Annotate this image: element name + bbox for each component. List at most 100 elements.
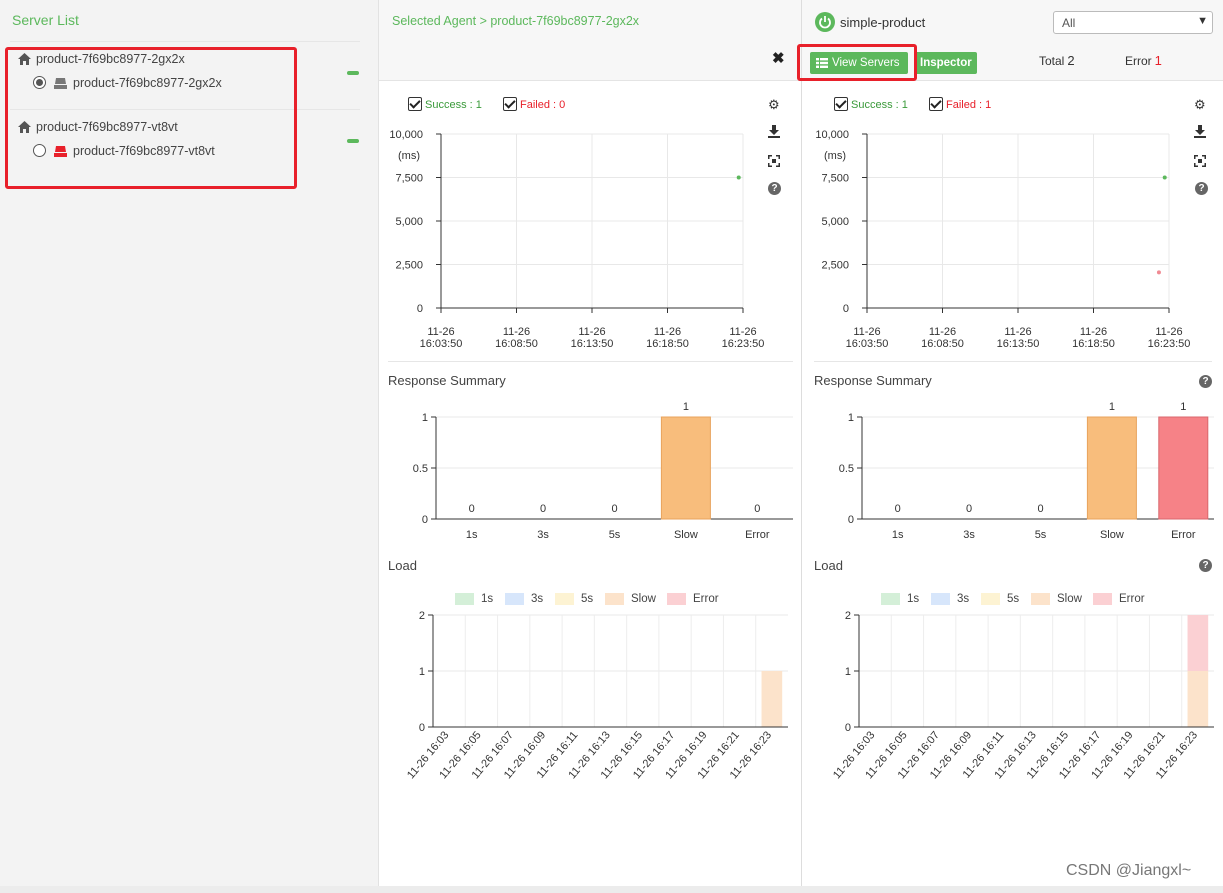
x-tick-label: 16:23:50 — [722, 338, 765, 350]
load-title: Load — [388, 558, 417, 573]
y-tick-label: 1 — [422, 412, 428, 424]
legend-label: 3s — [531, 593, 543, 605]
bottom-strip — [0, 886, 1223, 893]
x-tick-label: 11-26 — [853, 326, 880, 338]
legend-label: 5s — [581, 593, 593, 605]
error-value: 1 — [1154, 53, 1162, 68]
data-label: 1 — [683, 401, 689, 413]
app-response-time-chart: 10,0007,5005,0002,5000(ms)11-2616:03:501… — [815, 129, 1191, 350]
x-tick-label: Error — [745, 529, 770, 541]
data-label: 0 — [966, 503, 972, 515]
total-label: Total — [1039, 54, 1065, 68]
legend-swatch — [505, 593, 524, 605]
x-tick-label: Error — [1171, 529, 1196, 541]
response-summary-title: Response Summary — [814, 373, 932, 388]
y-tick-label: 5,000 — [821, 216, 849, 228]
failed-checkbox[interactable]: Failed : 0 — [503, 97, 565, 111]
close-icon[interactable]: ✖ — [772, 49, 785, 67]
agent-response-summary-chart: 1 0.5 0 0 1s 0 3s 0 5s 1 Slow 0 Error — [413, 401, 793, 541]
highlight-box — [5, 47, 297, 189]
x-tick-label: 16:03:50 — [420, 338, 463, 350]
y-tick-label: 0 — [845, 722, 851, 734]
x-tick-label: 11-26 — [729, 326, 756, 338]
gear-icon[interactable]: ⚙ — [768, 97, 780, 113]
divider — [10, 41, 360, 42]
x-tick-label: 3s — [537, 529, 549, 541]
y-tick-label: 1 — [419, 666, 425, 678]
breadcrumb[interactable]: Selected Agent > product-7f69bc8977-2gx2… — [392, 14, 639, 28]
help-icon[interactable]: ? — [1199, 559, 1212, 572]
legend-label: 1s — [907, 593, 919, 605]
sidebar-title: Server List — [12, 12, 79, 28]
inspector-label: Inspector — [920, 57, 972, 69]
total-stat: Total 2 — [1039, 53, 1075, 68]
data-point — [1162, 175, 1167, 180]
x-tick-label: 11-26 — [427, 326, 454, 338]
y-tick-label: 0 — [422, 514, 428, 526]
x-tick-label: 11-26 — [654, 326, 681, 338]
data-label: 0 — [469, 503, 475, 515]
legend-swatch — [667, 593, 686, 605]
y-tick-label: 1 — [845, 666, 851, 678]
success-checkbox[interactable]: Success : 1 — [834, 97, 908, 111]
x-tick-label: 16:13:50 — [571, 338, 614, 350]
y-tick-label: 10,000 — [815, 129, 849, 141]
data-point — [1156, 270, 1161, 275]
y-tick-label: 7,500 — [821, 173, 849, 185]
x-tick-label: 5s — [609, 529, 621, 541]
x-tick-label: 16:08:50 — [921, 338, 964, 350]
gear-icon[interactable]: ⚙ — [1194, 97, 1206, 113]
error-label: Error — [1125, 54, 1152, 68]
legend-label: Slow — [631, 593, 657, 605]
legend-label: Error — [1119, 593, 1145, 605]
x-tick-label: Slow — [674, 529, 698, 541]
failed-label: Failed : 1 — [946, 99, 992, 111]
power-icon — [815, 12, 835, 32]
success-checkbox[interactable]: Success : 1 — [408, 97, 482, 111]
x-tick-label: 16:18:50 — [646, 338, 689, 350]
y-tick-label: 7,500 — [395, 173, 423, 185]
status-indicator — [347, 139, 359, 143]
load-title: Load — [814, 558, 843, 573]
divider — [388, 361, 793, 362]
agent-response-time-chart: 10,0007,5005,0002,5000(ms)11-2616:03:501… — [389, 129, 765, 350]
legend-swatch — [555, 593, 574, 605]
app-name: simple-product — [840, 15, 926, 30]
agent-panel-header — [379, 0, 801, 81]
y-tick-label: 2 — [419, 610, 425, 622]
x-tick-label: 11-26 — [503, 326, 530, 338]
bar — [1187, 671, 1209, 727]
x-tick-label: 16:23:50 — [1148, 338, 1191, 350]
error-stat: Error 1 — [1125, 53, 1162, 68]
y-tick-label: 0 — [417, 303, 423, 315]
x-tick-label: 11-26 — [1155, 326, 1182, 338]
watermark: CSDN @Jiangxl~ — [1066, 862, 1192, 879]
checkbox-icon — [408, 97, 422, 111]
checkbox-icon — [929, 97, 943, 111]
x-tick-label: 3s — [963, 529, 975, 541]
failed-checkbox[interactable]: Failed : 1 — [929, 97, 991, 111]
legend-label: 3s — [957, 593, 969, 605]
x-tick-label: 11-26 — [1080, 326, 1107, 338]
inspector-button[interactable]: Inspector — [914, 52, 977, 74]
y-axis-unit: (ms) — [398, 150, 420, 162]
filter-select[interactable]: All ▼ — [1053, 11, 1213, 34]
legend-label: 1s — [481, 593, 493, 605]
bar — [761, 671, 783, 727]
data-label: 0 — [895, 503, 901, 515]
data-label: 0 — [1037, 503, 1043, 515]
legend-label: Error — [693, 593, 719, 605]
x-tick-label: 16:08:50 — [495, 338, 538, 350]
x-tick-label: 16:03:50 — [846, 338, 889, 350]
bar — [660, 416, 711, 520]
chevron-down-icon: ▼ — [1197, 15, 1208, 27]
x-tick-label: 1s — [892, 529, 904, 541]
total-value: 2 — [1067, 53, 1075, 68]
y-tick-label: 0 — [848, 514, 854, 526]
help-icon[interactable]: ? — [1199, 375, 1212, 388]
x-tick-label: 11-26 — [578, 326, 605, 338]
y-tick-label: 2 — [845, 610, 851, 622]
app-response-summary-chart: 1 0.5 0 0 1s 0 3s 0 5s 1 Slow 1 Error — [839, 401, 1214, 541]
x-tick-label: 16:13:50 — [997, 338, 1040, 350]
y-tick-label: 0 — [843, 303, 849, 315]
